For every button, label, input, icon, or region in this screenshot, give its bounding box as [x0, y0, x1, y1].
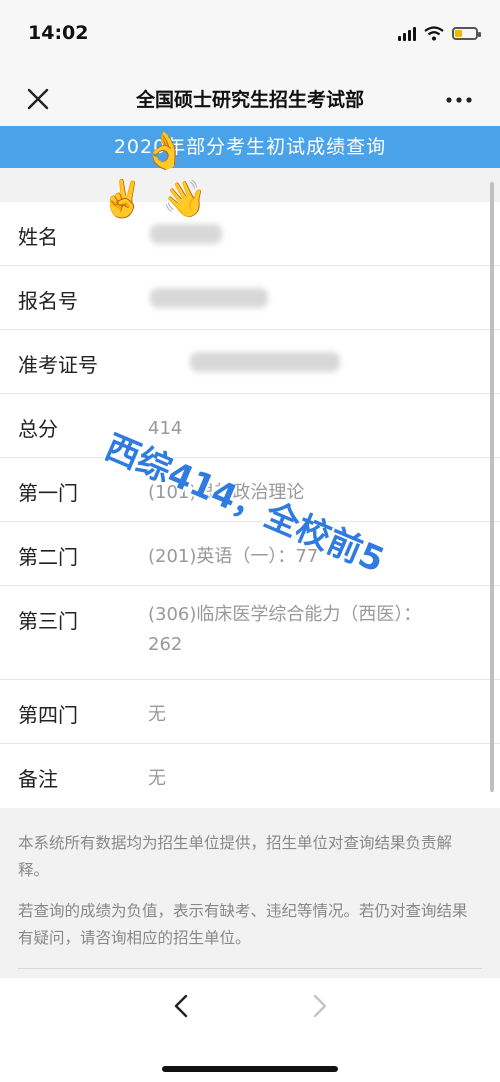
- value-total-score: 414: [148, 418, 183, 439]
- label-name: 姓名: [18, 225, 58, 249]
- label-subject-3: 第三门: [18, 609, 78, 633]
- row-subject-2: 第二门 (201)英语（一）：77: [0, 522, 500, 586]
- section-gap: [0, 168, 500, 202]
- row-registration-number: 报名号: [0, 266, 500, 330]
- label-ticket-number: 准考证号: [18, 353, 98, 377]
- more-icon[interactable]: [444, 90, 474, 110]
- signal-icon: [398, 26, 416, 41]
- browser-toolbar: [0, 978, 500, 1082]
- victory-hand-emoji: ✌️: [100, 179, 145, 220]
- label-subject-1: 第一门: [18, 481, 78, 505]
- banner-title: 2020年部分考生初试成绩查询: [113, 136, 387, 158]
- waving-hand-emoji: 👋: [162, 179, 207, 220]
- status-time: 14:02: [28, 22, 89, 44]
- value-subject-3: (306)临床医学综合能力（西医）：262: [148, 604, 422, 655]
- redacted-name: [150, 224, 222, 244]
- footer-divider: [18, 968, 482, 969]
- wifi-icon: [424, 26, 444, 41]
- value-remarks: 无: [148, 768, 166, 789]
- disclaimer-paragraph-2: 若查询的成绩为负值，表示有缺考、违纪等情况。若仍对查询结果有疑问，请咨询相应的招…: [18, 902, 468, 947]
- query-banner: 2020年部分考生初试成绩查询: [0, 126, 500, 168]
- disclaimer-area: 本系统所有数据均为招生单位提供，招生单位对查询结果负责解释。 若查询的成绩为负值…: [0, 808, 500, 978]
- home-indicator[interactable]: [162, 1066, 338, 1072]
- chevron-right-icon[interactable]: [305, 992, 333, 1020]
- value-subject-4: 无: [148, 704, 166, 725]
- battery-icon: [452, 27, 481, 40]
- redacted-ticket-number: [190, 352, 340, 372]
- row-remarks: 备注 无: [0, 744, 500, 808]
- row-subject-3: 第三门 (306)临床医学综合能力（西医）：262: [0, 586, 500, 680]
- row-subject-4: 第四门 无: [0, 680, 500, 744]
- label-subject-4: 第四门: [18, 703, 78, 727]
- redacted-registration-number: [150, 288, 268, 308]
- label-total-score: 总分: [18, 417, 58, 441]
- disclaimer-paragraph-1: 本系统所有数据均为招生单位提供，招生单位对查询结果负责解释。: [18, 834, 453, 879]
- status-bar: 14:02: [0, 0, 500, 72]
- row-ticket-number: 准考证号: [0, 330, 500, 394]
- close-icon[interactable]: [22, 84, 54, 114]
- label-subject-2: 第二门: [18, 545, 78, 569]
- nav-bar: 全国硕士研究生招生考试部: [0, 72, 500, 126]
- label-registration-number: 报名号: [18, 289, 78, 313]
- scrollbar[interactable]: [490, 182, 494, 792]
- chevron-left-icon[interactable]: [168, 992, 196, 1020]
- page-title: 全国硕士研究生招生考试部: [135, 89, 364, 111]
- ok-hand-emoji: 👌: [142, 131, 187, 172]
- row-name: 姓名: [0, 202, 500, 266]
- row-total-score: 总分 414: [0, 394, 500, 458]
- label-remarks: 备注: [18, 767, 58, 791]
- status-icons: [398, 26, 481, 41]
